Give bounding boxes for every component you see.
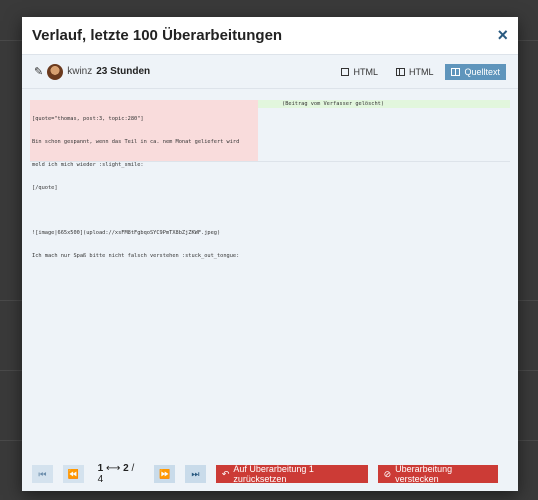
modal-header: Verlauf, letzte 100 Überarbeitungen × <box>22 17 518 55</box>
previous-icon: ⏪ <box>67 468 79 479</box>
arrow-icon: ⟷ <box>106 463 121 474</box>
next-revision: 2 <box>123 463 129 474</box>
hide-label: Überarbeitung verstecken <box>395 464 453 484</box>
revision-bar: ✎ kwinz 23 Stunden HTML HTML Quelltext <box>22 55 518 89</box>
view-button-label: Quelltext <box>464 66 500 77</box>
username[interactable]: kwinz <box>67 66 92 77</box>
diff-area: [quote="thomas, post:3, topic:280"] Bin … <box>30 100 510 259</box>
modal-footer: ⏮ ⏪ 1 ⟷ 2 / 4 ⏩ ⏭ ↶ Auf Überarbeitung 1 … <box>22 457 518 491</box>
previous-revision-button[interactable]: ⏪ <box>62 465 84 483</box>
view-mode-buttons: HTML HTML Quelltext <box>335 63 506 80</box>
last-revision-button[interactable]: ⏭ <box>185 465 206 483</box>
undo-icon: ↶ <box>221 468 230 479</box>
diff-line: Ich mach nur Spaß bitte nicht falsch ver… <box>32 252 240 259</box>
first-revision-button[interactable]: ⏮ <box>32 465 53 483</box>
columns-icon <box>395 67 405 76</box>
revision-indicator: 1 ⟷ 2 / 4 <box>98 463 141 485</box>
view-source-button[interactable]: Quelltext <box>445 63 506 80</box>
diff-added-panel: (Beitrag vom Verfasser gelöscht) <box>258 100 510 161</box>
diff-line: meld ich mich wieder :slight_smile: <box>32 161 144 168</box>
last-icon: ⏭ <box>191 468 200 479</box>
revision-author: ✎ kwinz 23 Stunden <box>34 63 151 80</box>
diff-line: Bin schon gespannt, wenn das Teil in ca.… <box>32 138 240 145</box>
current-revision: 1 <box>97 463 104 474</box>
diff-line: [/quote] <box>32 184 58 191</box>
diff-added-line: (Beitrag vom Verfasser gelöscht) <box>258 100 510 108</box>
first-icon: ⏮ <box>38 468 47 479</box>
hide-revision-button[interactable]: ⊘ Überarbeitung verstecken <box>377 464 499 484</box>
next-icon: ⏩ <box>158 468 171 479</box>
revert-label: Auf Überarbeitung 1 zurücksetzen <box>233 464 314 484</box>
view-button-label: HTML <box>353 66 378 77</box>
diff-removed-panel: [quote="thomas, post:3, topic:280"] Bin … <box>30 100 258 259</box>
columns-icon <box>451 67 461 76</box>
view-inline-html-button[interactable]: HTML <box>335 64 384 80</box>
view-side-by-side-html-button[interactable]: HTML <box>390 64 440 80</box>
separator: / <box>131 463 135 474</box>
avatar[interactable] <box>47 63 64 80</box>
next-revision-button[interactable]: ⏩ <box>154 465 176 483</box>
eye-slash-icon: ⊘ <box>383 468 392 479</box>
revert-button[interactable]: ↶ Auf Überarbeitung 1 zurücksetzen <box>215 464 368 484</box>
total-revisions: 4 <box>97 474 104 485</box>
modal-title: Verlauf, letzte 100 Überarbeitungen <box>32 27 283 44</box>
diff-line: ![image|665x500](upload://xsFM8tFgbqoSYC… <box>32 230 221 237</box>
close-icon[interactable]: × <box>497 25 508 46</box>
revision-history-modal: Verlauf, letzte 100 Überarbeitungen × ✎ … <box>22 17 518 491</box>
revision-time: 23 Stunden <box>96 66 151 77</box>
diff-line: ​ <box>32 207 256 215</box>
diff-line: [quote="thomas, post:3, topic:280"] <box>32 116 144 123</box>
view-button-label: HTML <box>408 66 434 77</box>
box-icon <box>341 67 350 76</box>
pencil-icon: ✎ <box>34 66 44 78</box>
